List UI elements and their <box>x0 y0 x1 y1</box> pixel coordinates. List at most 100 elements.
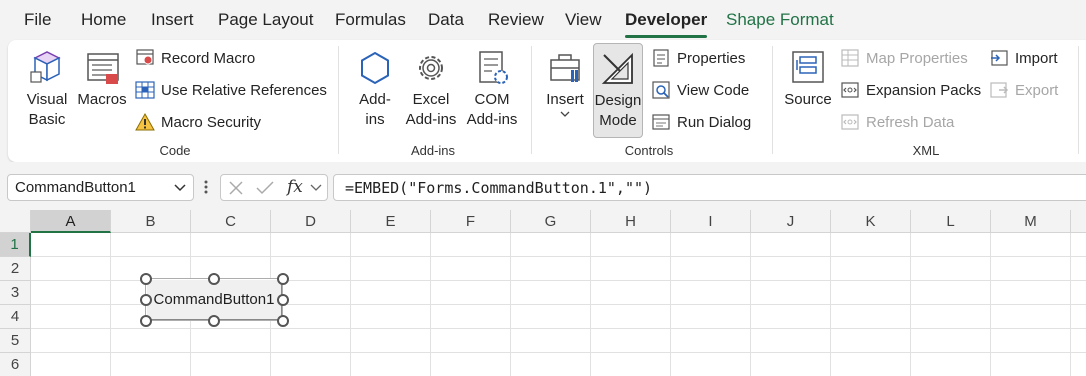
column-header-k[interactable]: K <box>831 210 911 233</box>
tab-formulas[interactable]: Formulas <box>335 10 406 30</box>
column-header-e[interactable]: E <box>351 210 431 233</box>
cancel-icon[interactable] <box>228 180 244 196</box>
resize-handle-top[interactable] <box>208 273 220 285</box>
com-add-ins-button[interactable]: COM Add-ins <box>464 48 520 130</box>
tab-shape-format[interactable]: Shape Format <box>726 10 834 30</box>
properties-button[interactable]: Properties <box>651 46 745 70</box>
more-options-icon[interactable] <box>203 179 209 195</box>
insert-controls-button[interactable]: Insert <box>542 48 588 120</box>
macro-security-button[interactable]: Macro Security <box>135 110 261 134</box>
add-ins-button[interactable]: Add- ins <box>352 48 398 130</box>
add-ins-group-label: Add-ins <box>410 143 456 158</box>
resize-handle-bottom[interactable] <box>208 315 220 327</box>
column-header-l[interactable]: L <box>911 210 991 233</box>
row-header-4[interactable]: 4 <box>0 305 31 329</box>
column-header-j[interactable]: J <box>751 210 831 233</box>
column-header-a[interactable]: A <box>31 210 111 233</box>
excel-add-ins-label-1: Excel <box>412 91 450 108</box>
column-header-partial[interactable] <box>1071 210 1086 233</box>
code-group-label: Code <box>159 143 191 158</box>
row-header-5[interactable]: 5 <box>0 329 31 353</box>
source-icon <box>792 51 824 83</box>
map-properties-label: Map Properties <box>866 49 968 67</box>
column-header-h[interactable]: H <box>591 210 671 233</box>
column-header-g[interactable]: G <box>511 210 591 233</box>
import-button[interactable]: Import <box>989 46 1058 70</box>
export-label: Export <box>1015 81 1059 99</box>
record-macro-icon <box>136 49 154 65</box>
column-header-m[interactable]: M <box>991 210 1071 233</box>
column-header-f[interactable]: F <box>431 210 511 233</box>
grid-line <box>350 233 351 376</box>
design-mode-label-2: Mode <box>599 112 637 129</box>
row-header-3[interactable]: 3 <box>0 281 31 305</box>
check-icon[interactable] <box>256 180 274 196</box>
com-add-ins-icon <box>479 51 508 84</box>
resize-handle-bottom-right[interactable] <box>277 315 289 327</box>
excel-add-ins-label-2: Add-ins <box>405 111 457 128</box>
relative-references-icon <box>135 81 155 99</box>
run-dialog-button[interactable]: Run Dialog <box>651 110 751 134</box>
use-relative-references-button[interactable]: Use Relative References <box>135 78 327 102</box>
grid-line <box>670 233 671 376</box>
tab-home[interactable]: Home <box>81 10 126 30</box>
insert-function-button[interactable]: fx <box>287 177 303 197</box>
column-header-b[interactable]: B <box>111 210 191 233</box>
record-macro-label: Record Macro <box>161 49 256 67</box>
row-header-1[interactable]: 1 <box>0 233 31 257</box>
tab-file[interactable]: File <box>24 10 51 30</box>
tab-insert[interactable]: Insert <box>151 10 194 30</box>
chevron-down-icon[interactable] <box>173 180 187 194</box>
expansion-packs-icon <box>841 82 859 98</box>
resize-handle-right[interactable] <box>277 294 289 306</box>
macros-label: Macros <box>77 91 127 108</box>
column-header-c[interactable]: C <box>191 210 271 233</box>
record-macro-button[interactable]: Record Macro <box>135 46 255 70</box>
resize-handle-top-left[interactable] <box>140 273 152 285</box>
view-code-icon <box>652 81 670 99</box>
tab-data[interactable]: Data <box>428 10 464 30</box>
view-code-button[interactable]: View Code <box>651 78 749 102</box>
refresh-data-icon <box>841 114 859 130</box>
tab-review[interactable]: Review <box>488 10 544 30</box>
gear-icon <box>419 56 443 80</box>
macros-button[interactable]: Macros <box>76 48 128 110</box>
warning-icon <box>135 112 155 131</box>
grid-line <box>910 233 911 376</box>
resize-handle-left[interactable] <box>140 294 152 306</box>
tab-page-layout[interactable]: Page Layout <box>218 10 313 30</box>
row-header-2[interactable]: 2 <box>0 257 31 281</box>
export-button[interactable]: Export <box>989 78 1058 102</box>
add-ins-label-1: Add- <box>359 91 391 108</box>
grid-line <box>430 233 431 376</box>
export-icon <box>990 82 1009 98</box>
name-box[interactable]: CommandButton1 <box>7 174 194 201</box>
refresh-data-button[interactable]: Refresh Data <box>840 110 954 134</box>
source-label: Source <box>784 91 832 108</box>
expansion-packs-button[interactable]: Expansion Packs <box>840 78 981 102</box>
xml-group-label: XML <box>912 143 940 158</box>
source-button[interactable]: Source <box>784 48 832 110</box>
design-mode-button[interactable]: Design Mode <box>593 43 643 138</box>
tab-view[interactable]: View <box>565 10 602 30</box>
formula-input[interactable]: =EMBED("Forms.CommandButton.1","") <box>333 174 1086 201</box>
grid-line <box>1070 233 1071 376</box>
controls-group-label: Controls <box>624 143 674 158</box>
resize-handle-bottom-left[interactable] <box>140 315 152 327</box>
map-properties-button[interactable]: Map Properties <box>840 46 968 70</box>
column-header-d[interactable]: D <box>271 210 351 233</box>
grid-line <box>510 233 511 376</box>
tab-developer[interactable]: Developer <box>625 10 708 38</box>
excel-add-ins-button[interactable]: Excel Add-ins <box>402 48 460 130</box>
resize-handle-top-right[interactable] <box>277 273 289 285</box>
column-header-i[interactable]: I <box>671 210 751 233</box>
chevron-down-icon[interactable] <box>310 184 322 192</box>
visual-basic-button[interactable]: Visual Basic <box>24 48 70 130</box>
row-header-6[interactable]: 6 <box>0 353 31 376</box>
use-relative-references-label: Use Relative References <box>161 81 327 99</box>
properties-label: Properties <box>677 49 746 67</box>
name-box-value: CommandButton1 <box>15 179 136 196</box>
ribbon: Visual Basic Macros Record Macro Use Rel… <box>8 40 1086 162</box>
visual-basic-label-2: Basic <box>28 111 66 128</box>
select-all-corner[interactable] <box>0 210 31 233</box>
